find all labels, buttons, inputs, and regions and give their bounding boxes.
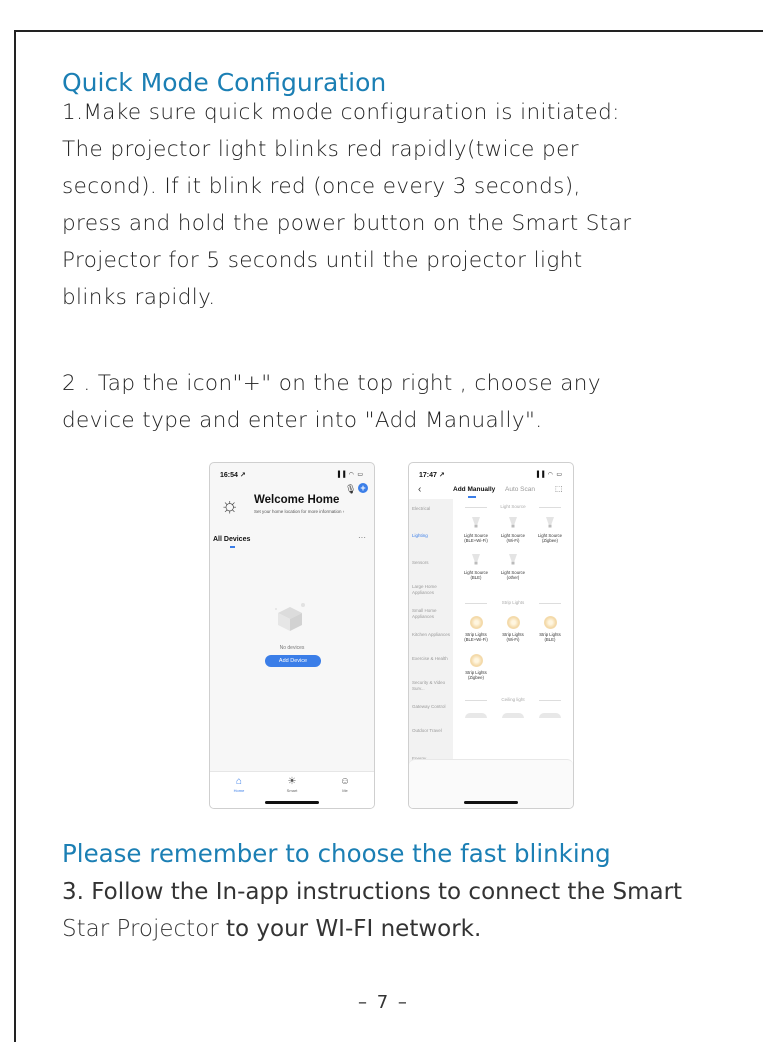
- ceiling-light-icon[interactable]: [502, 713, 524, 718]
- device-label-variant: (Zigbee): [541, 538, 558, 543]
- category-sidebar: Electrical Lighting Sensors Large Home A…: [409, 499, 453, 799]
- strip-light-icon: [469, 616, 483, 629]
- mic-icon[interactable]: 🎙: [345, 484, 356, 495]
- device-label-variant: (BLE+Wi-Fi): [464, 637, 488, 642]
- device-label-variant: (Zigbee): [467, 675, 484, 680]
- tab-smart[interactable]: ☀ Smart: [277, 776, 307, 793]
- add-manually-screenshot: 17:47 ↗ ▐▐ ◠ ▭ ‹ Add Manually Auto Scan …: [408, 462, 574, 809]
- section-light-source: Light Source: [459, 504, 567, 509]
- smart-icon: ☀: [287, 776, 297, 787]
- tab-add-manually[interactable]: Add Manually: [453, 486, 495, 493]
- me-icon: ☺: [339, 776, 351, 787]
- status-icons: ▐▐ ◠ ▭: [534, 472, 563, 478]
- bulb-icon: [472, 554, 480, 565]
- category-item[interactable]: Electrical: [412, 506, 452, 512]
- device-label-variant: (Wi-Fi): [506, 538, 520, 543]
- ceiling-light-icon[interactable]: [539, 713, 561, 718]
- device-label-variant: (BLE): [544, 637, 556, 642]
- empty-box-illustration: [275, 603, 305, 631]
- tab-label: Me: [342, 788, 348, 793]
- status-time: 17:47 ↗: [419, 472, 445, 479]
- bulb-icon: [546, 517, 554, 528]
- step-3-instructions: 3. Follow the In-app instructions to con…: [62, 874, 682, 948]
- step-1-line: blinks rapidly.: [62, 285, 216, 310]
- status-time: 16:54 ↗: [220, 472, 246, 479]
- device-light-source[interactable]: Light Source (BLE+Wi-Fi): [458, 516, 494, 543]
- back-icon[interactable]: ‹: [418, 484, 421, 495]
- step-3-line: Star Projector to your WI-FI network.: [62, 911, 682, 948]
- category-item[interactable]: Outdoor Travel: [412, 728, 452, 734]
- step-1-line: The projector light blinks red rapidly(t…: [62, 137, 579, 162]
- category-item[interactable]: Exercise & Health: [412, 656, 452, 662]
- add-device-button[interactable]: Add Device: [265, 655, 321, 667]
- device-label-variant: (BLE): [470, 575, 482, 580]
- home-icon: ⌂: [235, 776, 243, 787]
- step-2-instructions: 2 . Tap the icon"+" on the top right , c…: [62, 365, 752, 439]
- section-ceiling-light: Ceiling light: [459, 697, 567, 702]
- step-2-line: 2 . Tap the icon"+" on the top right , c…: [62, 371, 601, 396]
- device-strip-light[interactable]: Strip Lights (Wi-Fi): [495, 616, 531, 642]
- weather-sun-icon: ☼: [220, 494, 240, 517]
- step-1-line: second). If it blink red (once every 3 s…: [62, 174, 581, 199]
- device-label-variant: (other): [506, 575, 520, 580]
- step-2-line: device type and enter into "Add Manually…: [62, 408, 543, 433]
- device-strip-light[interactable]: Strip Lights (BLE): [532, 616, 568, 642]
- device-strip-light[interactable]: Strip Lights (Zigbee): [458, 654, 494, 680]
- category-item[interactable]: Kitchen Appliances: [412, 632, 452, 638]
- tab-home[interactable]: ⌂ Home: [224, 776, 254, 793]
- tab-label: Smart: [286, 788, 298, 793]
- step-3-product-name: Star Projector: [62, 916, 219, 942]
- reminder-heading: Please remember to choose the fast blink…: [62, 839, 611, 868]
- step-1-instructions: 1.Make sure quick mode configuration is …: [62, 94, 752, 316]
- device-light-source[interactable]: Light Source (Wi-Fi): [495, 516, 531, 543]
- step-1-line: Projector for 5 seconds until the projec…: [62, 248, 583, 273]
- home-indicator: [265, 801, 319, 804]
- section-heading: Quick Mode Configuration: [62, 68, 387, 97]
- strip-light-icon: [543, 616, 557, 629]
- device-label-variant: (Wi-Fi): [506, 637, 520, 642]
- strip-light-icon: [469, 654, 483, 667]
- add-plus-icon[interactable]: +: [358, 483, 368, 493]
- bulb-icon: [509, 554, 517, 565]
- scan-icon[interactable]: ⬚: [555, 484, 563, 493]
- bulb-icon: [472, 517, 480, 528]
- tab-me[interactable]: ☺ Me: [330, 776, 360, 793]
- tab-auto-scan[interactable]: Auto Scan: [505, 486, 535, 493]
- step-1-line: 1.Make sure quick mode configuration is …: [62, 100, 620, 125]
- device-strip-light[interactable]: Strip Lights (BLE+Wi-Fi): [458, 616, 494, 642]
- ceiling-light-icon[interactable]: [465, 713, 487, 718]
- category-item[interactable]: Security & Video Surv...: [412, 680, 452, 691]
- device-light-source[interactable]: Light Source (Zigbee): [532, 516, 568, 543]
- step-3-line: 3. Follow the In-app instructions to con…: [62, 879, 683, 905]
- welcome-title: Welcome Home: [254, 494, 340, 506]
- step-1-line: press and hold the power button on the S…: [62, 211, 632, 236]
- tab-underline: [468, 496, 476, 498]
- home-indicator: [464, 801, 518, 804]
- strip-light-icon: [506, 616, 520, 629]
- step-3-line-end: to your WI-FI network.: [218, 916, 482, 942]
- category-item[interactable]: Gateway Control: [412, 704, 452, 710]
- more-icon[interactable]: ···: [358, 533, 366, 542]
- bulb-icon: [509, 517, 517, 528]
- category-item[interactable]: Small Home Appliances: [412, 608, 452, 619]
- home-screen-screenshot: 16:54 ↗ ▐▐ ◠ ▭ 🎙 + ☼ Welcome Home Set yo…: [209, 462, 375, 809]
- category-item[interactable]: Large Home Appliances: [412, 584, 452, 595]
- category-item-active[interactable]: Lighting: [412, 533, 452, 539]
- device-light-source[interactable]: Light Source (BLE): [458, 553, 494, 580]
- section-strip-lights: Strip Lights: [459, 600, 567, 605]
- no-devices-text: No devices: [279, 645, 305, 651]
- tab-all-devices[interactable]: All Devices: [213, 536, 250, 543]
- status-icons: ▐▐ ◠ ▭: [335, 472, 364, 478]
- page-number: – 7 –: [358, 992, 409, 1013]
- tab-underline: [230, 546, 235, 548]
- tab-label: Home: [233, 788, 245, 793]
- device-light-source[interactable]: Light Source (other): [495, 553, 531, 580]
- category-item[interactable]: Sensors: [412, 560, 452, 566]
- device-label-variant: (BLE+Wi-Fi): [464, 538, 488, 543]
- welcome-subtitle[interactable]: Set your home location for more informat…: [254, 509, 344, 514]
